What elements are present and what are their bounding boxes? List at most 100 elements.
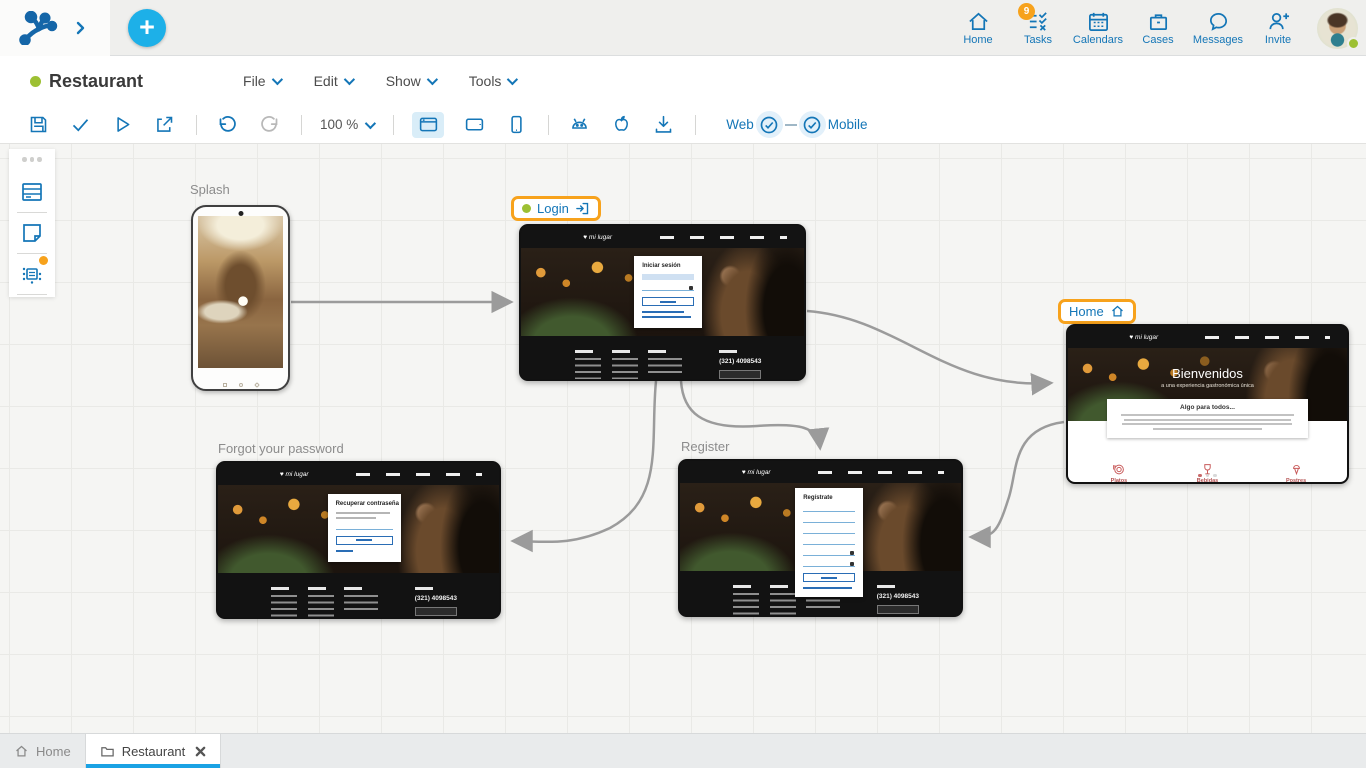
download-icon: [653, 114, 674, 135]
login-screen-thumbnail[interactable]: ♥ mi lugar Iniciar sesión: [519, 224, 806, 381]
register-button: [803, 573, 854, 582]
chevron-down-icon: [365, 117, 376, 128]
expand-chevron-icon[interactable]: [72, 20, 88, 36]
username-field: [803, 528, 854, 534]
platform-toggles: Web Mobile: [726, 111, 867, 138]
screens-tool-button[interactable]: [9, 172, 55, 212]
splash-screen-thumbnail[interactable]: [191, 205, 290, 391]
invite-user-icon: [1267, 10, 1290, 33]
home-flag-icon: [1110, 304, 1125, 319]
login-button: [642, 297, 694, 306]
template-page-icon: [20, 221, 44, 245]
tab-home-label: Home: [36, 744, 71, 759]
device-web-button[interactable]: [412, 112, 444, 138]
hero-image: Recuperar contraseña: [218, 485, 499, 573]
mobile-toggle[interactable]: [799, 111, 826, 138]
register-card: Regístrate: [795, 488, 862, 597]
nav-calendars-button[interactable]: Calendars: [1068, 10, 1128, 46]
nav-invite-button[interactable]: Invite: [1248, 10, 1308, 46]
phone-camera: [238, 211, 243, 216]
tab-home[interactable]: Home: [0, 734, 85, 768]
nav-home-button[interactable]: Home: [948, 10, 1008, 46]
tab-restaurant-label: Restaurant: [122, 744, 186, 759]
masters-widget-icon: [20, 262, 44, 286]
panel-divider: [17, 294, 47, 295]
home-content: Algo para todos... Platos: [1068, 421, 1347, 482]
device-tablet-button[interactable]: [462, 113, 486, 137]
design-canvas[interactable]: Splash Login ♥ mi lugar Iniciar sesión: [0, 144, 1366, 733]
menu-file[interactable]: File: [243, 73, 280, 89]
folder-tab-icon: [100, 744, 115, 759]
masters-tool-button[interactable]: [9, 254, 55, 294]
app-window: + Home 9 Tasks: [0, 0, 1366, 768]
mock-nav-links: [818, 471, 944, 474]
mock-navbar: ♥ mi lugar: [521, 226, 804, 248]
mobile-toggle-label: Mobile: [828, 117, 868, 132]
save-icon: [28, 114, 49, 135]
login-card-title: Iniciar sesión: [642, 263, 694, 269]
splash-photo: [198, 216, 283, 368]
footer-phone: (321) 4098543: [719, 358, 779, 365]
login-screen-label[interactable]: Login: [511, 196, 601, 221]
register-screen-label[interactable]: Register: [681, 439, 729, 454]
download-button[interactable]: [651, 113, 675, 137]
back-link: [336, 550, 353, 552]
hero-subtitle: a una experiencia gastronómica única: [1068, 383, 1347, 389]
nav-messages-button[interactable]: Messages: [1188, 10, 1248, 46]
project-title: Restaurant: [49, 71, 143, 92]
panel-drag-handle[interactable]: [22, 157, 42, 162]
home-screen-label[interactable]: Home: [1058, 299, 1136, 324]
justinmind-logo[interactable]: [18, 11, 58, 45]
chevron-down-icon: [343, 74, 354, 85]
share-button[interactable]: [152, 113, 176, 137]
hero-image: Iniciar sesión: [521, 248, 804, 336]
new-item-button[interactable]: +: [128, 9, 166, 47]
screens-icon: [20, 180, 44, 204]
carousel-dots: [1068, 474, 1347, 478]
sign-in-icon: [575, 201, 590, 216]
templates-tool-button[interactable]: [9, 213, 55, 253]
ios-export-button[interactable]: [609, 113, 633, 137]
nav-tasks-button[interactable]: 9 Tasks: [1008, 10, 1068, 46]
simulate-button[interactable]: [110, 113, 134, 137]
mock-brand: ♥ mi lugar: [1129, 334, 1158, 341]
nav-cases-button[interactable]: Cases: [1128, 10, 1188, 46]
save-button[interactable]: [26, 113, 50, 137]
close-tab-button[interactable]: [195, 746, 206, 757]
home-icon: [967, 10, 990, 33]
intro-card-title: Algo para todos...: [1117, 404, 1298, 411]
menu-show[interactable]: Show: [386, 73, 435, 89]
apple-icon: [611, 114, 632, 135]
user-avatar[interactable]: [1317, 8, 1358, 49]
intro-card: Algo para todos...: [1107, 399, 1308, 438]
masters-notification-dot: [39, 256, 48, 265]
forgot-screen-thumbnail[interactable]: ♥ mi lugar Recuperar contraseña: [216, 461, 501, 619]
splash-screen-label[interactable]: Splash: [190, 182, 230, 197]
undo-icon: [217, 114, 238, 135]
forgot-screen-label[interactable]: Forgot your password: [218, 441, 344, 456]
redo-icon: [259, 114, 280, 135]
undo-button[interactable]: [215, 113, 239, 137]
menu-tools[interactable]: Tools: [469, 73, 516, 89]
nav-invite-label: Invite: [1265, 34, 1291, 46]
register-screen-thumbnail[interactable]: ♥ mi lugar Regístrate: [678, 459, 963, 617]
connector-home-register: [972, 422, 1064, 537]
hero-title: Bienvenidos: [1068, 366, 1347, 381]
logo-zone: [0, 0, 110, 56]
menu-edit[interactable]: Edit: [314, 73, 352, 89]
home-screen-thumbnail[interactable]: ♥ mi lugar Bienvenidos a una experiencia…: [1066, 324, 1349, 484]
toolbar-divider: [393, 115, 394, 135]
validate-button[interactable]: [68, 113, 92, 137]
zoom-dropdown[interactable]: 100 %: [320, 117, 373, 132]
android-export-button[interactable]: [567, 113, 591, 137]
register-link: [642, 316, 691, 318]
web-toggle[interactable]: [756, 111, 783, 138]
home-tab-icon: [14, 744, 29, 759]
login-link: [803, 587, 852, 589]
tab-restaurant[interactable]: Restaurant: [85, 734, 222, 768]
menu-file-label: File: [243, 73, 266, 89]
connector-login-home: [807, 311, 1050, 383]
password-field: [642, 285, 694, 291]
device-phone-button[interactable]: [504, 113, 528, 137]
redo-button[interactable]: [257, 113, 281, 137]
